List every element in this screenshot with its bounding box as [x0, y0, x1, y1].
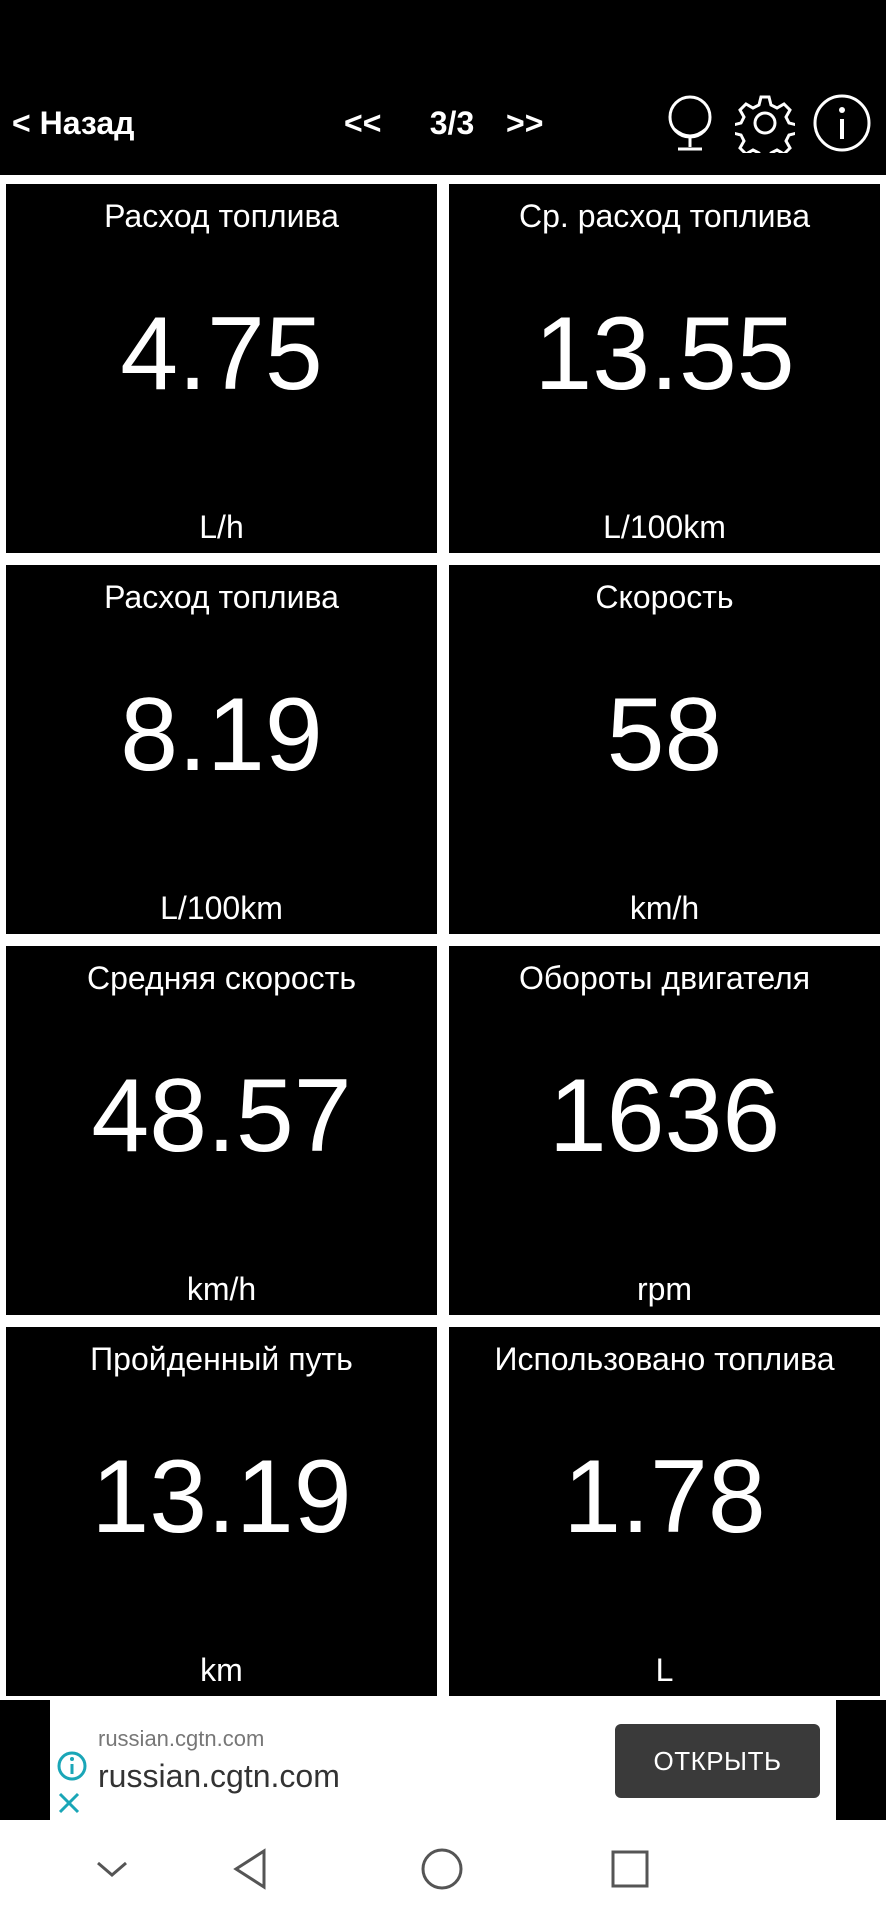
prev-page-button[interactable]: << — [344, 103, 381, 143]
gauge-tile-avg-fuel-consumption[interactable]: Ср. расход топлива 13.55 L/100km — [449, 184, 880, 553]
gauge-title: Скорость — [595, 579, 734, 615]
back-triangle-icon[interactable] — [230, 1847, 274, 1891]
ad-banner[interactable]: russian.cgtn.com russian.cgtn.com ОТКРЫТ… — [50, 1700, 836, 1820]
gauge-title: Пройденный путь — [90, 1341, 353, 1377]
gauge-unit: km — [200, 1652, 243, 1688]
top-bar: < Назад << 3/3 >> — [0, 0, 886, 175]
gauge-grid: Расход топлива 4.75 L/h Ср. расход топли… — [0, 180, 886, 1700]
next-page-button[interactable]: >> — [506, 103, 543, 143]
system-nav-bar — [0, 1820, 886, 1920]
gear-icon[interactable] — [735, 93, 795, 153]
gauge-title: Ср. расход топлива — [519, 198, 810, 234]
gauge-unit: rpm — [636, 1271, 693, 1307]
gauge-unit: km/h — [629, 890, 700, 926]
recents-square-icon[interactable] — [608, 1847, 652, 1891]
page-indicator: 3/3 — [429, 105, 475, 141]
pager: << 3/3 >> — [340, 103, 570, 143]
gauge-value: 1636 — [548, 1058, 781, 1174]
gauge-tile-engine-rpm[interactable]: Обороты двигателя 1636 rpm — [449, 946, 880, 1315]
gauge-unit: km/h — [186, 1271, 257, 1307]
gauge-value: 13.55 — [534, 296, 795, 412]
back-button[interactable]: < Назад — [12, 103, 134, 143]
ad-bar: russian.cgtn.com russian.cgtn.com ОТКРЫТ… — [0, 1700, 886, 1820]
gauge-title: Использовано топлива — [494, 1341, 835, 1377]
chevron-down-icon[interactable] — [90, 1847, 134, 1891]
gauge-tile-fuel-rate[interactable]: Расход топлива 4.75 L/h — [6, 184, 437, 553]
gauge-title: Обороты двигателя — [518, 960, 811, 996]
gauge-unit: L/h — [199, 509, 244, 545]
gauge-unit: L/100km — [603, 509, 726, 545]
gauge-value: 4.75 — [120, 296, 323, 412]
ad-open-button[interactable]: ОТКРЫТЬ — [615, 1724, 820, 1798]
ad-info-icon[interactable] — [56, 1750, 88, 1782]
info-icon[interactable] — [812, 93, 872, 153]
gauge-value: 13.19 — [91, 1439, 352, 1555]
gauge-value: 1.78 — [563, 1439, 766, 1555]
home-circle-icon[interactable] — [420, 1847, 464, 1891]
gauge-tile-fuel-consumption[interactable]: Расход топлива 8.19 L/100km — [6, 565, 437, 934]
gauge-value: 48.57 — [91, 1058, 352, 1174]
globe-icon[interactable] — [660, 93, 720, 153]
ad-close-icon[interactable] — [56, 1790, 82, 1816]
gauge-tile-fuel-used[interactable]: Использовано топлива 1.78 L — [449, 1327, 880, 1696]
gauge-value: 58 — [606, 677, 723, 793]
gauge-tile-avg-speed[interactable]: Средняя скорость 48.57 km/h — [6, 946, 437, 1315]
gauge-tile-speed[interactable]: Скорость 58 km/h — [449, 565, 880, 934]
gauge-tile-distance[interactable]: Пройденный путь 13.19 km — [6, 1327, 437, 1696]
gauge-title: Средняя скорость — [87, 960, 356, 996]
ad-url-small: russian.cgtn.com — [98, 1726, 265, 1751]
gauge-unit: L/100km — [160, 890, 283, 926]
gauge-unit: L — [655, 1652, 674, 1688]
gauge-title: Расход топлива — [104, 579, 339, 615]
gauge-title: Расход топлива — [104, 198, 339, 234]
ad-url-big[interactable]: russian.cgtn.com — [98, 1758, 340, 1795]
gauge-value: 8.19 — [120, 677, 323, 793]
